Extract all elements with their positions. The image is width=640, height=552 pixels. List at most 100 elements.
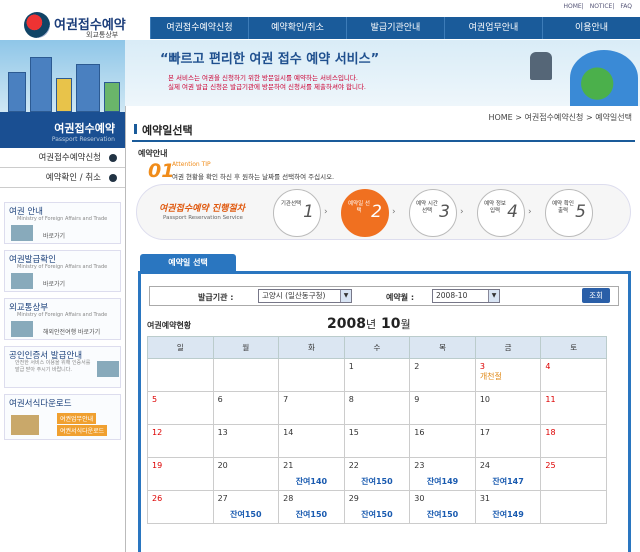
calendar-week: 12 13 14 15 16 17 18 (147, 424, 607, 458)
weekday-header: 토 (540, 336, 607, 359)
day-number: 16 (414, 428, 425, 437)
shortcut-link[interactable]: 해외안전여행 바로가기 (43, 327, 100, 336)
calendar: 일월화수목금토 1 2 3 개천절 4 5 6 7 8 9 10 11 12 13 14 15 16 17 18 19… (147, 336, 607, 524)
calendar-day: 9 (409, 391, 476, 425)
day-number: 21 (283, 461, 294, 470)
calendar-day[interactable]: 31 잔여149 (474, 490, 542, 524)
calendar-day: 20 (212, 457, 280, 491)
calendar-day[interactable]: 21 잔여140 (278, 457, 345, 491)
gnb-confirm[interactable]: 예약확인/취소 (248, 17, 346, 39)
calendar-day[interactable]: 27 잔여150 (212, 490, 280, 524)
calendar-day: 7 (278, 391, 345, 425)
step-number: 5 (575, 202, 586, 222)
day-number: 6 (217, 395, 223, 404)
util-notice-link[interactable]: NOTICE (590, 3, 613, 10)
guide-text: 여권 현황을 확인 하신 후 원하는 날짜를 선택하여 주십시오. (172, 173, 335, 181)
calendar-day[interactable]: 22 잔여150 (343, 457, 411, 491)
calendar-day[interactable]: 24 잔여147 (474, 457, 542, 491)
month-value: 2008-10 (436, 291, 468, 300)
gnb-passport-info[interactable]: 여권업무안내 (444, 17, 542, 39)
calendar-day: 8 (343, 391, 411, 425)
sidebox-sub: Ministry of Foreign Affairs and Trade (17, 312, 108, 318)
sidebox-mofat[interactable]: 외교통상부 Ministry of Foreign Affairs and Tr… (4, 298, 121, 340)
sidebox-certificate[interactable]: 공인인증서 발급안내 안전한 서비스 이용을 위해 인증서를 발급 받아 주시기… (4, 346, 121, 388)
gnb-usage[interactable]: 이용안내 (542, 17, 640, 39)
tab-date-select[interactable]: 예약일 선택 (140, 254, 236, 272)
steps-title: 여권접수예약 진행절차 (159, 204, 245, 214)
step-separator: › (460, 207, 464, 217)
calendar-day: 13 (212, 424, 280, 458)
guide-number: 01 (148, 160, 175, 182)
form-download-button[interactable]: 여권서식다운로드 (57, 425, 108, 436)
logo[interactable]: 여권접수예약 외교통상부 (24, 12, 134, 42)
calendar-day: 12 (147, 424, 214, 458)
weekday-header: 일 (147, 336, 214, 359)
calendar-day: 6 (212, 391, 280, 425)
search-button[interactable]: 조회 (582, 288, 610, 303)
remaining-slots-link[interactable]: 잔여147 (480, 476, 537, 487)
globe-illustration (570, 50, 638, 106)
remaining-slots-link[interactable]: 잔여150 (349, 476, 406, 487)
sidebar-item-confirm[interactable]: 예약확인 / 취소 (0, 168, 125, 188)
agency-select[interactable]: 고양시 (일산동구청) ▼ (258, 289, 352, 303)
sidebar-subtitle: Passport Reservation (51, 136, 115, 143)
remaining-slots-link[interactable]: 잔여149 (480, 509, 537, 520)
calendar-day[interactable]: 23 잔여149 (409, 457, 476, 491)
util-faq-link[interactable]: FAQ (620, 3, 632, 10)
weekday-header: 목 (409, 336, 476, 359)
sidebar-item-label: 예약확인 / 취소 (45, 173, 101, 183)
remaining-slots-link[interactable]: 잔여150 (414, 509, 471, 520)
month-label: 예약월 : (386, 293, 415, 302)
sidebar: 여권접수예약 Passport Reservation 여권접수예약신청 예약확… (0, 112, 125, 552)
calendar-week: 5 6 7 8 9 10 11 (147, 391, 607, 425)
calendar-day (540, 490, 607, 524)
sidebox-passport-info[interactable]: 여권 안내 Ministry of Foreign Affairs and Tr… (4, 202, 121, 244)
remaining-slots-link[interactable]: 잔여140 (283, 476, 340, 487)
day-number: 12 (152, 428, 163, 437)
guide-tip: Attention TIP (172, 161, 211, 168)
day-number: 23 (414, 461, 425, 470)
agency-value: 고양시 (일산동구청) (262, 291, 326, 300)
weekday-header: 수 (343, 336, 411, 359)
passport-info-button[interactable]: 여권업무안내 (57, 413, 97, 424)
remaining-slots-link[interactable]: 잔여150 (349, 509, 406, 520)
sidebox-issue-check[interactable]: 여권발급확인 Ministry of Foreign Affairs and T… (4, 250, 121, 292)
calendar-day: 17 (474, 424, 542, 458)
sidebar-item-reserve[interactable]: 여권접수예약신청 (0, 148, 125, 168)
shortcut-link[interactable]: 바로가기 (43, 279, 65, 288)
sidebar-item-label: 여권접수예약신청 (38, 153, 101, 163)
gnb-agency[interactable]: 발급기관안내 (346, 17, 444, 39)
month-select[interactable]: 2008-10 ▼ (432, 289, 500, 303)
gnb-reserve[interactable]: 여권접수예약신청 (150, 17, 248, 39)
arrow-icon (109, 154, 117, 162)
step-number: 1 (303, 202, 314, 222)
remaining-slots-link[interactable]: 잔여150 (218, 509, 275, 520)
businessman-illustration (530, 52, 552, 80)
calendar-day[interactable]: 28 잔여150 (278, 490, 345, 524)
chevron-down-icon: ▼ (488, 290, 499, 302)
month-suffix: 월 (400, 318, 411, 331)
remaining-slots-link[interactable]: 잔여149 (414, 476, 471, 487)
chevron-down-icon: ▼ (340, 290, 351, 302)
calendar-day (147, 358, 214, 392)
step-label: 예약 확인출력 (552, 201, 574, 214)
day-number: 30 (414, 494, 425, 503)
sidebox-sub: Ministry of Foreign Affairs and Trade (17, 264, 108, 270)
calendar-title: 여권예약현황 (147, 321, 192, 330)
remaining-slots-link[interactable]: 잔여150 (283, 509, 340, 520)
calendar-day: 11 (540, 391, 607, 425)
shortcut-link[interactable]: 바로가기 (43, 231, 65, 240)
util-home-link[interactable]: HOME (563, 3, 581, 10)
day-number: 10 (479, 395, 490, 404)
reservation-box: 발급기관 : 고양시 (일산동구청) ▼ 예약월 : 2008-10 ▼ 조회 여권… (138, 271, 631, 552)
day-number: 27 (217, 494, 228, 503)
step-5: 예약 확인출력 5 (545, 189, 593, 237)
passport-image (11, 225, 33, 241)
calendar-day[interactable]: 30 잔여150 (409, 490, 476, 524)
calendar-day[interactable]: 29 잔여150 (343, 490, 411, 524)
day-number: 17 (479, 428, 490, 437)
day-number: 4 (545, 362, 551, 371)
calendar-day: 15 (343, 424, 411, 458)
day-number: 29 (348, 494, 359, 503)
month: 10 (380, 316, 401, 332)
